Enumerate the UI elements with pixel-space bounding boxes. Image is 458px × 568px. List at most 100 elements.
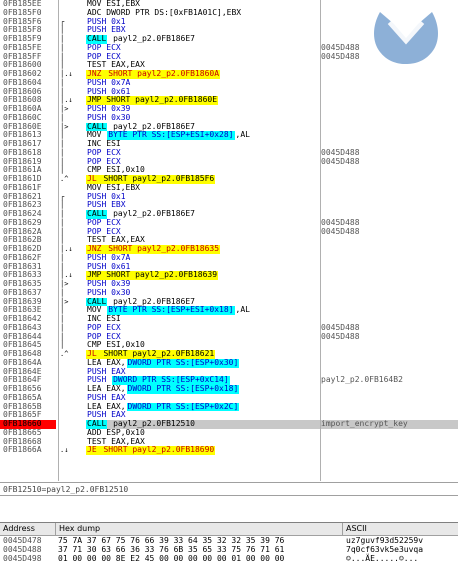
instruction-text: CALL payl2_p2.0FB186E7 — [86, 209, 458, 219]
instruction-token: SHORT payl2_p2.0FB18690 — [97, 445, 216, 455]
disasm-row[interactable]: 0FB18645 │ CMP ESI,0x10 — [0, 340, 458, 350]
hex-column-header[interactable]: Hex dump — [56, 523, 343, 535]
disasm-row[interactable]: 0FB18629 │ POP ECX 0045D488 — [0, 218, 458, 228]
instruction-comment: import_encrypt_key — [321, 419, 408, 428]
jump-gutter: │ — [60, 78, 65, 87]
disasm-row[interactable]: 0FB1861D .^ JL SHORT payl2_p2.0FB185F6 — [0, 174, 458, 184]
address-column-header[interactable]: Address — [0, 523, 56, 535]
instruction-text: MOV BYTE PTR SS:[ESP+ESI+0x28] ,AL — [86, 130, 458, 140]
instruction-address: 0FB1866A — [3, 445, 42, 455]
disasm-row[interactable]: 0FB18617 │ INC ESI — [0, 139, 458, 149]
disasm-row[interactable]: 0FB18631 │ PUSH 0x61 — [0, 262, 458, 272]
disasm-row[interactable]: 0FB1862B │ TEST EAX,EAX — [0, 235, 458, 245]
hex-dump-row[interactable]: 0045D498 01 00 00 00 8E E2 45 00 00 00 00… — [0, 554, 458, 563]
dump-ascii: 7q0cf63vk5e3uvqa — [346, 545, 424, 554]
instruction-text: MOV ESI,EBX — [86, 183, 458, 193]
disasm-row[interactable]: 0FB18604 │ PUSH 0x7A — [0, 78, 458, 88]
disasm-row[interactable]: 0FB18623 │ PUSH EBX — [0, 200, 458, 210]
disasm-row[interactable]: 0FB18619 │ POP ECX 0045D488 — [0, 157, 458, 167]
disasm-row[interactable]: 0FB18643 │ POP ECX 0045D488 — [0, 323, 458, 333]
instruction-text: PUSH 0x39 — [86, 279, 458, 289]
jump-gutter: │ — [60, 140, 65, 148]
disasm-row[interactable]: 0FB18621 ┌ PUSH 0x1 — [0, 192, 458, 202]
jump-gutter: │ — [60, 26, 65, 35]
jump-gutter: │ — [60, 227, 65, 236]
disasm-row[interactable]: 0FB1865B LEA EAX, DWORD PTR SS:[ESP+0x2C] — [0, 401, 458, 412]
instruction-token: ,AL — [235, 130, 250, 140]
disasm-row[interactable]: 0FB1860C │ PUSH 0x30 — [0, 113, 458, 123]
instruction-text: LEA EAX, DWORD PTR SS:[ESP+0x2C] — [86, 401, 458, 412]
jump-gutter: │> — [60, 105, 69, 113]
instruction-token: BYTE PTR SS:[ESP+ESI+0x28] — [107, 130, 235, 140]
hex-dump-pane[interactable]: Address Hex dump ASCII 0045D478 75 7A 37 … — [0, 522, 458, 568]
ascii-column-header[interactable]: ASCII — [343, 523, 458, 535]
jump-gutter: │ — [60, 218, 65, 227]
disasm-row[interactable]: 0FB1861F MOV ESI,EBX — [0, 183, 458, 193]
disasm-row[interactable]: 0FB1863E │ MOV BYTE PTR SS:[ESP+ESI+0x18],… — [0, 305, 458, 315]
jump-gutter: │ — [60, 253, 65, 262]
jump-gutter: │ — [60, 148, 65, 157]
disasm-row[interactable]: 0FB18602 │.↓ JNZ SHORT payl2_p2.0FB1860A — [0, 69, 458, 79]
jump-gutter — [60, 420, 84, 429]
disasm-row[interactable]: 0FB1862A │ POP ECX 0045D488 — [0, 226, 458, 237]
disasm-row[interactable]: 0FB18618 │ POP ECX 0045D488 — [0, 148, 458, 158]
instruction-text: JNZ SHORT payl2_p2.0FB18635 — [86, 244, 458, 254]
disassembly-pane[interactable]: 0FB185EE MOV ESI,EBX 0FB185F0 ADC DWORD PTR… — [0, 0, 458, 481]
malwarebytes-logo — [374, 12, 438, 64]
instruction-text: JE SHORT payl2_p2.0FB18690 — [86, 445, 458, 455]
disasm-row[interactable]: 0FB1862D │.↓ JNZ SHORT payl2_p2.0FB18635 — [0, 244, 458, 254]
jump-gutter: │.↓ — [60, 70, 73, 78]
disasm-row[interactable]: 0FB18637 │ PUSH 0x30 — [0, 288, 458, 298]
jump-gutter: │ — [60, 201, 65, 210]
instruction-token: JE — [86, 445, 98, 455]
disasm-row[interactable]: 0FB18633 │.↓ JMP SHORT payl2_p2.0FB18639 — [0, 270, 458, 280]
instruction-token: DWORD PTR SS:[ESP+0x2C] — [126, 401, 240, 412]
instruction-text: INC ESI — [86, 139, 458, 149]
jump-gutter — [60, 359, 84, 368]
jump-gutter: │> — [60, 280, 69, 288]
jump-gutter: │ — [60, 332, 65, 341]
instruction-comment: 0045D488 — [321, 51, 360, 61]
jump-gutter: │ — [60, 157, 65, 166]
instruction-comment: payl2_p2.0FB164B2 — [321, 375, 403, 385]
hex-dump-row[interactable]: 0045D488 37 71 30 63 66 36 33 76 6B 35 65… — [0, 545, 458, 554]
disasm-row-selected[interactable]: 0FB18660 CALL payl2_p2.0FB12510 import_enc… — [0, 419, 458, 429]
hex-dump-header: Address Hex dump ASCII — [0, 523, 458, 536]
jump-gutter — [60, 0, 84, 9]
jump-gutter: │> — [60, 297, 69, 306]
instruction-comment: 0045D488 — [321, 226, 360, 236]
jump-gutter: │ — [60, 341, 65, 350]
hex-dump-row[interactable]: 0045D478 75 7A 37 67 75 76 66 39 33 64 35… — [0, 536, 458, 545]
disasm-row[interactable]: 0FB18656 LEA EAX, DWORD PTR SS:[ESP+0x18] — [0, 384, 458, 394]
disasm-row[interactable]: 0FB18644 │ POP ECX 0045D488 — [0, 332, 458, 342]
jump-gutter: │ — [60, 323, 65, 332]
address-column-separator — [58, 0, 59, 481]
jump-gutter: │ — [60, 288, 65, 297]
jump-gutter: │.↓ — [60, 245, 73, 253]
jump-gutter — [60, 429, 84, 438]
disasm-row[interactable]: 0FB18668 TEST EAX,EAX — [0, 437, 458, 447]
disasm-row[interactable]: 0FB1862F │ PUSH 0x7A — [0, 253, 458, 263]
disasm-row[interactable]: 0FB1866A .↓ JE SHORT payl2_p2.0FB18690 — [0, 445, 458, 455]
disasm-row[interactable]: 0FB18608 │.↓ JMP SHORT payl2_p2.0FB1860E — [0, 95, 458, 105]
disasm-row[interactable]: 0FB18635 │> PUSH 0x39 — [0, 279, 458, 289]
disasm-row[interactable]: 0FB1861A │ CMP ESI,0x10 — [0, 165, 458, 175]
dump-hex-bytes: 75 7A 37 67 75 76 66 39 33 64 35 32 32 3… — [58, 536, 285, 545]
disasm-row[interactable]: 0FB18642 │ INC ESI — [0, 314, 458, 324]
disasm-row[interactable]: 0FB18665 ADD ESP,0x10 — [0, 428, 458, 438]
dump-ascii: uz7guvf93d52259v — [346, 536, 424, 545]
disasm-row[interactable]: 0FB18613 │ MOV BYTE PTR SS:[ESP+ESI+0x28],… — [0, 130, 458, 140]
jump-gutter: │.↓ — [60, 271, 73, 280]
jump-gutter — [60, 438, 84, 447]
jump-gutter: │ — [60, 43, 65, 52]
disasm-row[interactable]: 0FB1864A LEA EAX, DWORD PTR SS:[ESP+0x30] — [0, 358, 458, 368]
jump-gutter: │ — [60, 262, 65, 271]
jump-gutter: │ — [60, 131, 65, 140]
jump-gutter: .↓ — [60, 446, 69, 455]
dump-address: 0045D478 — [3, 536, 42, 545]
jump-gutter — [60, 368, 84, 377]
disasm-row[interactable]: 0FB18606 │ PUSH 0x61 — [0, 87, 458, 97]
disasm-row[interactable]: 0FB18624 │ CALL payl2_p2.0FB186E7 — [0, 209, 458, 219]
disasm-row[interactable]: 0FB1860A │> PUSH 0x39 — [0, 104, 458, 114]
instruction-text: INC ESI — [86, 314, 458, 324]
